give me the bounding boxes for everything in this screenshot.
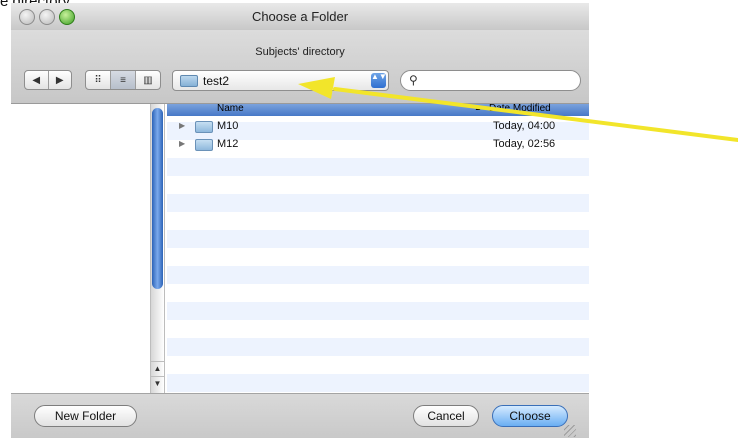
list-item[interactable]: ▶ M10 Today, 04:00 [167,118,589,136]
navigation-segment: ◀ ▶ [24,70,72,90]
item-name: M10 [217,120,239,132]
window-title: Choose a Folder [251,9,349,24]
column-view-icon[interactable]: ▥ [135,71,160,89]
choose-button[interactable]: Choose [492,405,568,427]
location-popup[interactable]: test2 ▲▼ [172,70,389,91]
button-bar: New Folder Cancel Choose [11,393,589,438]
cancel-button[interactable]: Cancel [413,405,479,427]
sort-indicator-icon: ▲ [474,103,482,112]
popup-arrows-icon[interactable]: ▲▼ [371,73,387,88]
column-header-name[interactable]: Name [217,103,244,114]
folder-icon [195,139,213,151]
item-date: Today, 02:56 [493,138,556,150]
zoom-icon[interactable] [59,9,75,25]
new-folder-button[interactable]: New Folder [34,405,137,427]
scroll-up-icon[interactable]: ▲ [150,361,165,376]
scrollbar-thumb[interactable] [152,108,163,289]
scroll-down-icon[interactable]: ▼ [150,376,165,391]
folder-icon [195,121,213,133]
list-view-icon[interactable]: ≡ [110,71,135,89]
item-date: Today, 04:00 [493,120,556,132]
back-icon[interactable]: ◀ [25,71,48,89]
list-header[interactable]: Name ▲ Date Modified [167,103,589,116]
sidebar [11,104,153,393]
view-mode-segment: ⠿ ≡ ▥ [85,70,161,90]
minimize-icon[interactable] [39,9,55,25]
icon-view-icon[interactable]: ⠿ [86,71,110,89]
dialog-subtitle: Subjects' directory [255,46,345,58]
search-icon: ⚲ [409,73,418,87]
close-icon[interactable] [19,9,35,25]
forward-icon[interactable]: ▶ [47,71,72,89]
item-name: M12 [217,138,239,150]
folder-icon [180,75,198,87]
resize-grip-icon[interactable] [564,425,576,437]
disclosure-triangle-icon[interactable]: ▶ [179,139,185,148]
list-item[interactable]: ▶ M12 Today, 02:56 [167,136,589,154]
toolbar: Subjects' directory ◀ ▶ ⠿ ≡ ▥ test2 ▲▼ ⚲ [11,30,589,104]
location-value: test2 [203,74,230,88]
disclosure-triangle-icon[interactable]: ▶ [179,121,185,130]
column-header-date[interactable]: Date Modified [489,103,551,114]
title-bar: Choose a Folder [11,3,589,31]
search-field[interactable]: ⚲ [400,70,581,91]
